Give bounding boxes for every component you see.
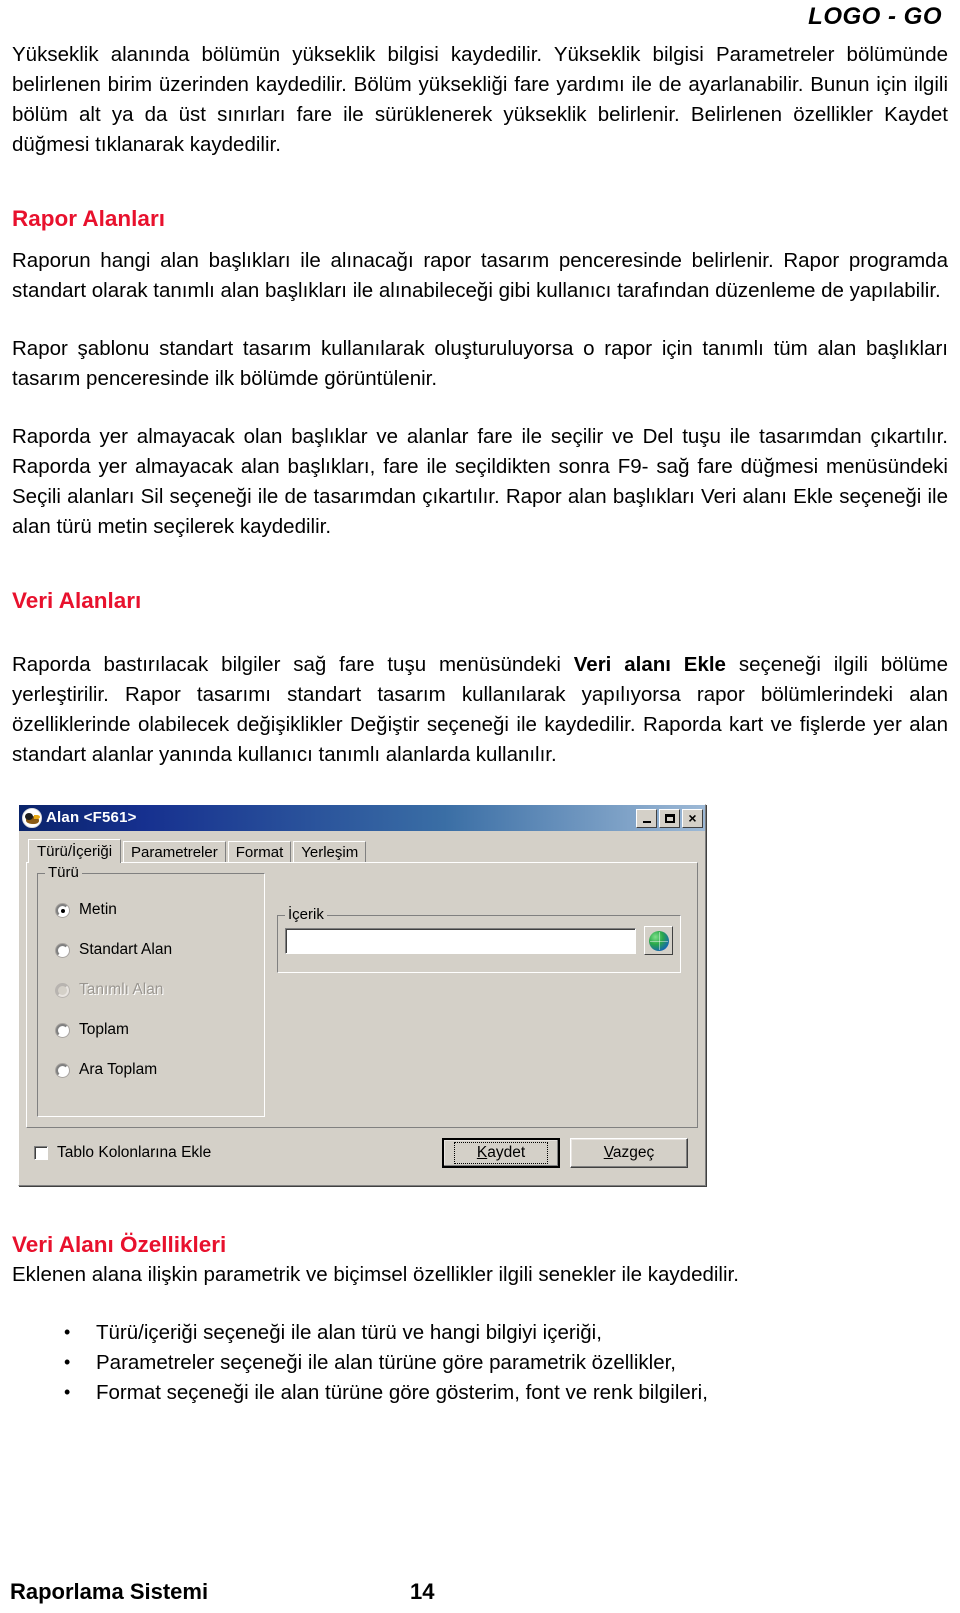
- radio-option-tanimli-alan: Tanımlı Alan: [46, 970, 256, 1010]
- radio-option-standart-alan[interactable]: Standart Alan: [46, 930, 256, 970]
- veri-alanlari-paragraph-1: Raporda bastırılacak bilgiler sağ fare t…: [10, 650, 950, 770]
- tablo-kolonlarina-ekle-label: Tablo Kolonlarına Ekle: [57, 1144, 212, 1161]
- alan-dialog-window: Alan <F561> × Türü/İçeriği Parametreler …: [18, 804, 706, 1186]
- radio-toplam-label: Toplam: [79, 1021, 129, 1038]
- list-item: Türü/içeriği seçeneği ile alan türü ve h…: [64, 1317, 950, 1348]
- kaydet-accel: K: [476, 1144, 488, 1161]
- maximize-button[interactable]: [659, 808, 680, 828]
- tab-turu-icerigi[interactable]: Türü/İçeriği: [28, 839, 122, 863]
- document-footer: Raporlama Sistemi 14: [10, 1579, 950, 1605]
- tablo-kolonlarina-ekle-checkbox[interactable]: [34, 1146, 48, 1160]
- rapor-alanlari-paragraph-2: Rapor şablonu standart tasarım kullanıla…: [12, 337, 948, 390]
- footer-title: Raporlama Sistemi: [10, 1579, 209, 1604]
- minimize-icon: [642, 820, 651, 823]
- radio-metin-label: Metin: [79, 901, 117, 918]
- veri-alani-ekle-emphasis: Veri alanı Ekle: [573, 653, 726, 676]
- radio-metin-icon[interactable]: [56, 903, 69, 917]
- document-page: LOGO - GO Yükseklik alanında bölümün yük…: [0, 0, 960, 1613]
- kaydet-label: aydet: [487, 1144, 526, 1161]
- rapor-alanlari-paragraph-3: Raporda yer almayacak olan başlıklar ve …: [12, 425, 948, 538]
- tab-format[interactable]: Format: [227, 841, 292, 863]
- dialog-client-area: Türü/İçeriği Parametreler Format Yerleşi…: [19, 831, 705, 1185]
- section-heading-veri-alanlari: Veri Alanları: [12, 588, 142, 613]
- section-heading-veri-alani-ozellikleri: Veri Alanı Özellikleri: [12, 1232, 227, 1257]
- dialog-window-controls: ×: [636, 808, 703, 828]
- radio-toplam-icon[interactable]: [56, 1023, 69, 1037]
- kaydet-button[interactable]: Kaydet: [442, 1138, 560, 1168]
- icerik-groupbox-title: İçerik: [285, 906, 327, 924]
- maximize-icon: [664, 813, 675, 823]
- radio-ara-toplam-icon[interactable]: [56, 1063, 69, 1077]
- minimize-button[interactable]: [636, 808, 657, 828]
- radio-option-metin[interactable]: Metin: [46, 890, 256, 930]
- vazgec-button[interactable]: Vazgeç: [570, 1138, 688, 1168]
- radio-tanimli-alan-icon: [56, 983, 69, 997]
- vazgec-accel: V: [603, 1144, 613, 1161]
- list-item: Parametreler seçeneği ile alan türüne gö…: [64, 1347, 950, 1378]
- logo-text: LOGO - GO: [808, 3, 942, 30]
- close-button[interactable]: ×: [682, 808, 703, 828]
- section-heading-rapor-alanlari: Rapor Alanları: [12, 206, 165, 231]
- vazgec-label: azgeç: [612, 1144, 655, 1161]
- list-item: Format seçeneği ile alan türüne göre gös…: [64, 1377, 950, 1408]
- radio-option-ara-toplam[interactable]: Ara Toplam: [46, 1050, 256, 1090]
- tab-yerlesim[interactable]: Yerleşim: [293, 841, 367, 863]
- turu-groupbox-title: Türü: [45, 864, 82, 882]
- dialog-title-bar[interactable]: Alan <F561> ×: [19, 805, 705, 831]
- globe-icon: [648, 930, 669, 951]
- dialog-title: Alan <F561>: [46, 809, 137, 826]
- veri-alanlari-text-part-1: Raporda bastırılacak bilgiler sağ fare t…: [12, 653, 574, 676]
- radio-standart-alan-label: Standart Alan: [79, 941, 173, 958]
- tab-panel-turu-icerigi: Türü Metin Standart Alan Tanımlı Alan To…: [26, 862, 698, 1128]
- close-icon: ×: [688, 809, 697, 826]
- footer-page-number: 14: [410, 1579, 435, 1604]
- radio-ara-toplam-label: Ara Toplam: [79, 1061, 158, 1078]
- radio-standart-alan-icon[interactable]: [56, 943, 69, 957]
- alan-dialog-screenshot: Alan <F561> × Türü/İçeriği Parametreler …: [18, 804, 706, 1186]
- tab-parametreler[interactable]: Parametreler: [123, 841, 226, 863]
- veri-alani-ozellikleri-paragraph: Eklenen alana ilişkin parametrik ve biçi…: [12, 1263, 739, 1286]
- radio-option-toplam[interactable]: Toplam: [46, 1010, 256, 1050]
- icerik-groupbox: İçerik: [277, 906, 681, 973]
- radio-tanimli-alan-label: Tanımlı Alan: [79, 981, 164, 998]
- rapor-alanlari-paragraph-1: Raporun hangi alan başlıkları ile alınac…: [12, 249, 948, 302]
- app-bird-icon: [22, 808, 42, 828]
- intro-paragraph: Yükseklik alanında bölümün yükseklik bil…: [12, 43, 948, 156]
- icerik-browse-button[interactable]: [644, 926, 673, 955]
- ozellikler-bullet-list: Türü/içeriği seçeneği ile alan türü ve h…: [10, 1317, 950, 1408]
- document-header: LOGO - GO: [10, 0, 950, 40]
- dialog-tabstrip: Türü/İçeriği Parametreler Format Yerleşi…: [26, 839, 698, 863]
- icerik-input[interactable]: [285, 927, 636, 954]
- tablo-kolonlarina-ekle-row[interactable]: Tablo Kolonlarına Ekle: [34, 1144, 432, 1162]
- turu-groupbox: Türü Metin Standart Alan Tanımlı Alan To…: [37, 864, 265, 1117]
- dialog-bottom-bar: Tablo Kolonlarına Ekle Kaydet Vazgeç: [26, 1128, 698, 1178]
